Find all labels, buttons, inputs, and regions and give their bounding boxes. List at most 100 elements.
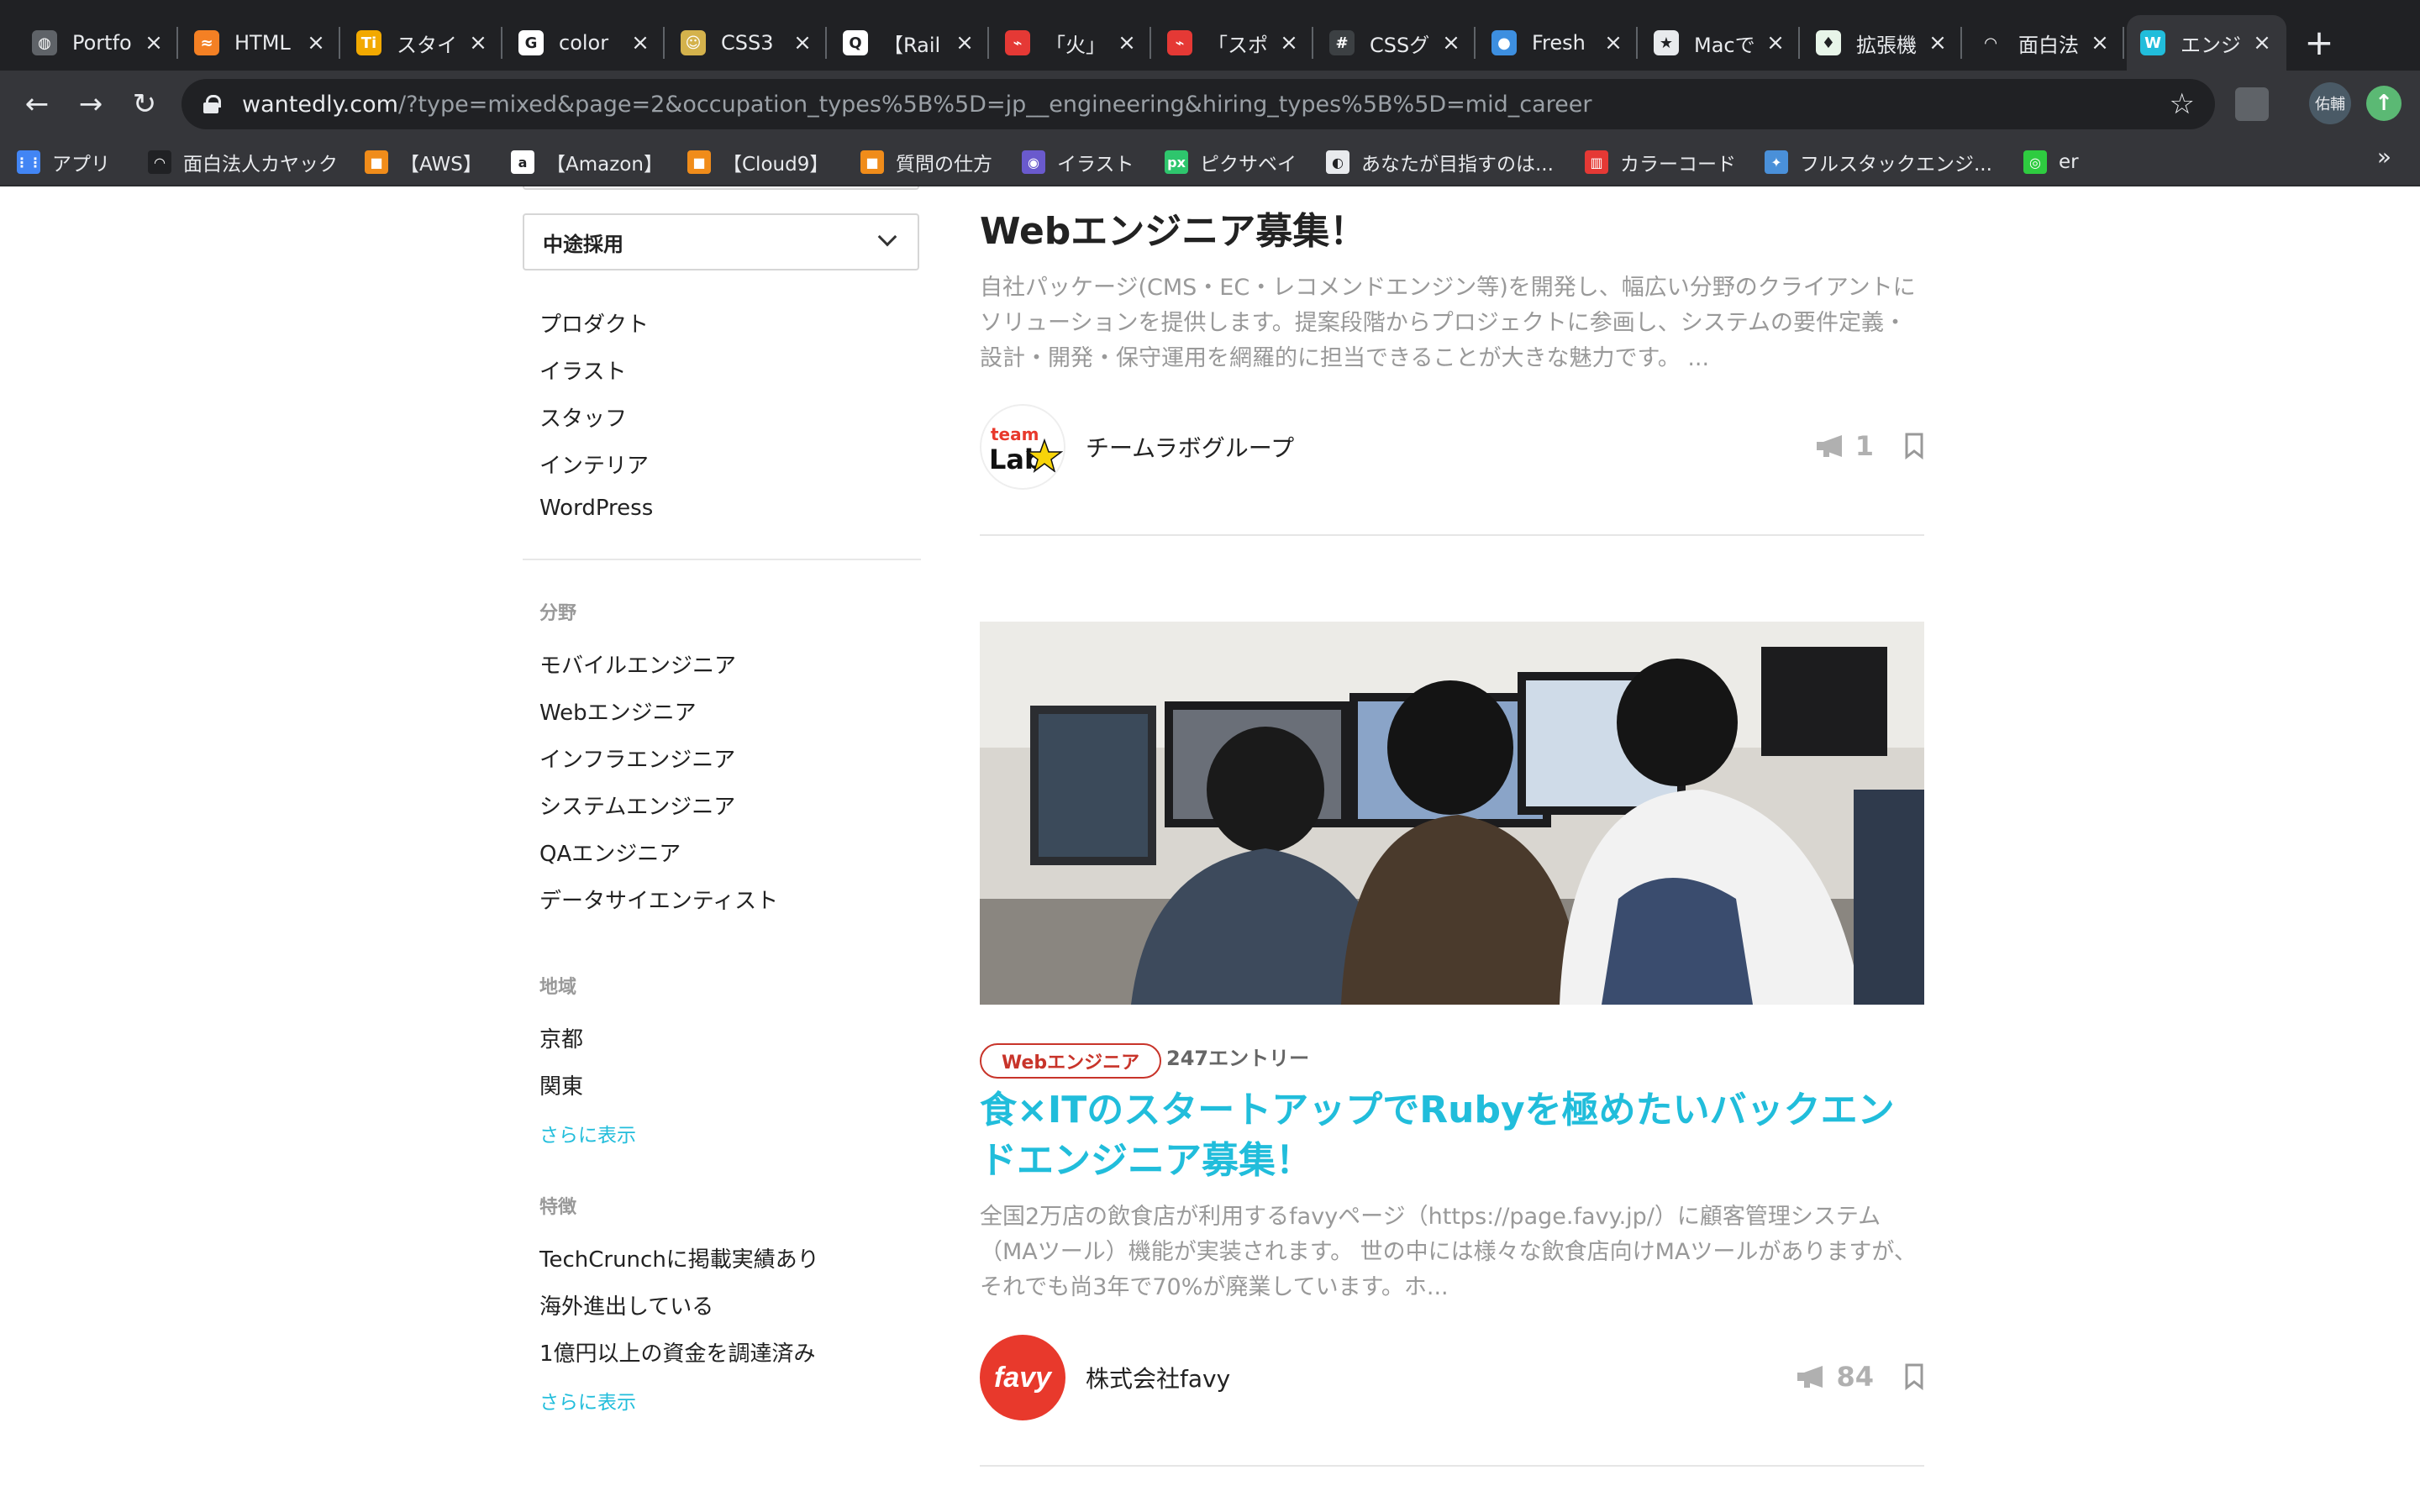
bookmark-icon[interactable] — [1904, 1363, 1924, 1390]
tab-title: Macで — [1694, 33, 1755, 57]
red-app-icon: ⌁ — [1167, 30, 1192, 55]
post-title[interactable]: 食×ITのスタートアップでRubyを極めたいバックエンドエンジニア募集！ — [980, 1085, 1924, 1186]
filter-field-qa[interactable]: QAエンジニア — [539, 837, 681, 868]
bookmark-item[interactable]: ⋮⋮ アプリ — [15, 146, 110, 178]
filter-field-infra[interactable]: インフラエンジニア — [539, 743, 735, 774]
browser-tab[interactable]: Q 【Rail × — [829, 15, 989, 71]
close-tab-icon[interactable]: × — [1765, 30, 1786, 55]
bookmark-item[interactable]: ✦ フルスタックエンジ... — [1765, 146, 1992, 178]
occupation-tag[interactable]: Webエンジニア — [980, 1043, 1162, 1079]
bookmark-item[interactable]: ▥ カラーコード — [1585, 146, 1736, 178]
tab-separator — [987, 27, 989, 59]
browser-tab[interactable]: # CSSグ × — [1316, 15, 1476, 71]
close-tab-icon[interactable]: × — [954, 30, 976, 55]
post-title[interactable]: Webエンジニア募集！ — [980, 207, 1924, 257]
address-bar[interactable]: wantedly.com/?type=mixed&page=2&occupati… — [182, 79, 2215, 129]
browser-tab[interactable]: Ti スタイ × — [343, 15, 502, 71]
browser-tab[interactable]: ≈ HTML × — [181, 15, 340, 71]
bookmark-icon[interactable] — [1904, 433, 1924, 459]
tab-separator — [1960, 27, 1962, 59]
sidebar-divider — [523, 559, 921, 560]
tab-title: HTML — [234, 31, 291, 55]
filter-feature-techcrunch[interactable]: TechCrunchに掲載実績あり — [539, 1242, 819, 1273]
hiring-type-select[interactable]: 中途採用 — [523, 213, 919, 270]
close-tab-icon[interactable]: × — [1278, 30, 1300, 55]
new-tab-button[interactable]: + — [2296, 18, 2343, 66]
filter-field-web[interactable]: Webエンジニア — [539, 696, 697, 727]
entry-count: 247エントリー — [1166, 1047, 1310, 1070]
browser-tab[interactable]: ● Fresh × — [1478, 15, 1638, 71]
google-icon: G — [518, 30, 544, 55]
post-cover-photo[interactable] — [980, 622, 1924, 1005]
close-tab-icon[interactable]: × — [1602, 30, 1624, 55]
browser-tab[interactable]: ⌁ 「スポ × — [1154, 15, 1313, 71]
feature-show-more-link[interactable]: さらに表示 — [539, 1386, 636, 1415]
field-heading: 分野 — [539, 603, 577, 624]
bookmark-item[interactable]: ◎ er — [2023, 146, 2079, 178]
browser-tab[interactable]: ☺ CSS3 × — [667, 15, 827, 71]
company-info[interactable]: team Lab チームラボグループ — [980, 403, 1294, 491]
bookmark-item[interactable]: ■ 【Cloud9】 — [687, 146, 829, 178]
tab-separator — [825, 27, 827, 59]
tab-separator — [176, 27, 178, 59]
browser-tab[interactable]: ⌁ 「火」 × — [992, 15, 1151, 71]
filter-field-data-science[interactable]: データサイエンティスト — [539, 884, 778, 915]
bookmark-label: 質問の仕方 — [896, 154, 992, 176]
browser-tab[interactable]: Gcolor × — [505, 15, 665, 71]
bookmark-item[interactable]: ◠ 面白法人カヤック — [148, 146, 338, 178]
filter-region-kanto[interactable]: 関東 — [539, 1069, 583, 1100]
amazon-icon: a — [511, 150, 534, 174]
bookmark-item[interactable]: ◐ あなたが目指すのは... — [1326, 146, 1554, 178]
close-tab-icon[interactable]: × — [467, 30, 489, 55]
close-tab-icon[interactable]: × — [305, 30, 327, 55]
bookmark-item[interactable]: a 【Amazon】 — [511, 146, 663, 178]
filter-job-wordpress[interactable]: WordPress — [539, 496, 653, 521]
bookmarks-overflow-button[interactable]: » — [2377, 143, 2391, 171]
bookmark-item[interactable]: px ピクサベイ — [1165, 146, 1297, 178]
close-tab-icon[interactable]: × — [1927, 30, 1949, 55]
post-description: 全国2万店の飲食店が利用するfavyページ（https://page.favy.… — [980, 1204, 1917, 1300]
filter-job-interior[interactable]: インテリア — [539, 449, 649, 480]
bookmark-label: ピクサベイ — [1200, 154, 1297, 176]
close-tab-icon[interactable]: × — [2251, 30, 2273, 55]
post-title-partial[interactable]: 経験の浅い方から実力者まで、チームラボグループの — [980, 186, 1924, 193]
filter-region-kyoto[interactable]: 京都 — [539, 1022, 583, 1053]
bookmark-label: 【Amazon】 — [546, 154, 663, 176]
bookmark-item[interactable]: ◉ イラスト — [1022, 146, 1134, 178]
cast-extension-icon[interactable] — [2235, 87, 2269, 121]
close-tab-icon[interactable]: × — [1116, 30, 1138, 55]
close-tab-icon[interactable]: × — [143, 30, 165, 55]
browser-tab[interactable]: W エンジ × — [2127, 15, 2286, 71]
tab-title: 面白法 — [2018, 33, 2079, 57]
bookmark-label: アプリ — [52, 154, 110, 176]
filter-feature-funding[interactable]: 1億円以上の資金を調達済み — [539, 1336, 816, 1368]
reload-button[interactable]: ↻ — [126, 86, 163, 123]
browser-tab[interactable]: ◍ Portfo × — [18, 15, 178, 71]
region-show-more-link[interactable]: さらに表示 — [539, 1119, 636, 1147]
filter-job-product[interactable]: プロダクト — [539, 307, 649, 339]
close-tab-icon[interactable]: × — [792, 30, 813, 55]
filter-field-mobile[interactable]: モバイルエンジニア — [539, 648, 736, 680]
filter-job-illust[interactable]: イラスト — [539, 354, 626, 386]
bookmark-item[interactable]: ■ 質問の仕方 — [860, 146, 992, 178]
close-tab-icon[interactable]: × — [629, 30, 651, 55]
bookmark-label: イラスト — [1057, 154, 1134, 176]
bookmark-star-icon[interactable]: ☆ — [2170, 87, 2195, 121]
close-tab-icon[interactable]: × — [2089, 30, 2111, 55]
filter-feature-overseas[interactable]: 海外進出している — [539, 1289, 713, 1320]
back-button[interactable]: ← — [18, 86, 55, 123]
browser-tab[interactable]: ★ Macで × — [1640, 15, 1800, 71]
filter-field-system[interactable]: システムエンジニア — [539, 790, 735, 821]
browser-tab[interactable]: ♦ 拡張機 × — [1802, 15, 1962, 71]
forward-button[interactable]: → — [72, 86, 109, 123]
bookmark-item[interactable]: ■ 【AWS】 — [365, 146, 482, 178]
update-icon[interactable]: ↑ — [2366, 86, 2402, 121]
tab-separator — [2123, 27, 2124, 59]
browser-tab[interactable]: ◠ 面白法 × — [1965, 15, 2124, 71]
filter-job-staff[interactable]: スタッフ — [539, 402, 627, 433]
company-info[interactable]: favy 株式会社favy — [980, 1334, 1230, 1421]
tab-title: 【Rail — [883, 33, 941, 57]
close-tab-icon[interactable]: × — [1440, 30, 1462, 55]
bookmark-label: カラーコード — [1620, 154, 1736, 176]
profile-avatar[interactable]: 佑輔 — [2309, 82, 2351, 124]
